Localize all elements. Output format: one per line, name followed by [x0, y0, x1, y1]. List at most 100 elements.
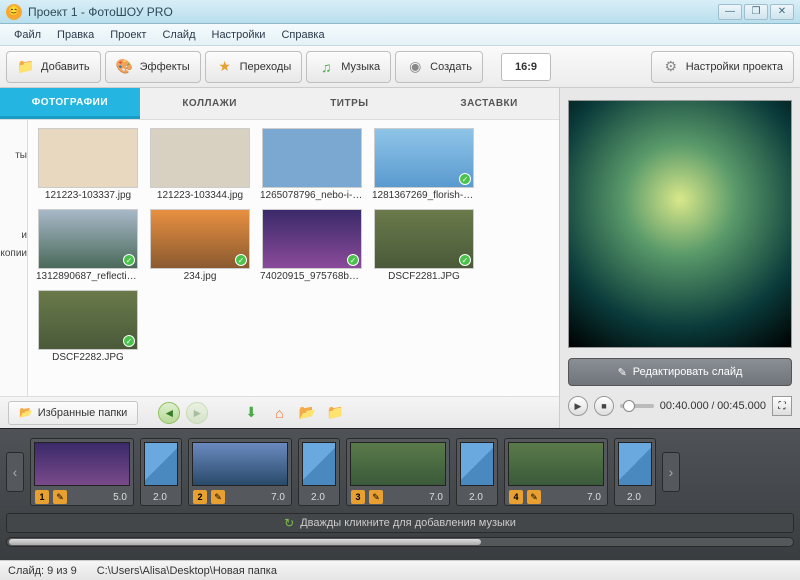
workarea: ФОТОГРАФИИ КОЛЛАЖИ ТИТРЫ ЗАСТАВКИ ты и е…	[0, 88, 800, 428]
menu-help[interactable]: Справка	[273, 26, 332, 44]
effects-label: Эффекты	[140, 61, 190, 73]
slide-footer: 3✎7.0	[347, 489, 449, 505]
tab-collages[interactable]: КОЛЛАЖИ	[140, 88, 280, 119]
tab-splash[interactable]: ЗАСТАВКИ	[419, 88, 559, 119]
tree-fragment: ервной копии	[0, 248, 27, 259]
thumbnail-caption: 1281367269_florish-22.jpg	[372, 190, 476, 201]
menubar: Файл Правка Проект Слайд Настройки Справ…	[0, 24, 800, 46]
slide-edit-button[interactable]: ✎	[211, 490, 225, 504]
check-icon: ✓	[235, 254, 247, 266]
tree-fragment: ты	[15, 150, 27, 161]
gear-icon: ⚙	[662, 58, 680, 76]
timeline-transition[interactable]: 2.0	[456, 438, 498, 506]
slide-thumbnail	[350, 442, 446, 486]
thumbnail-image	[150, 128, 250, 188]
thumbnail-item[interactable]: ✓ 1281367269_florish-22.jpg	[370, 126, 478, 203]
tree-fragment: и	[21, 230, 27, 241]
timeline-scroll-thumb[interactable]	[9, 539, 481, 545]
transition-thumbnail	[460, 442, 494, 486]
preview-pane: ✎Редактировать слайд ▶ ■ 00:40.000 / 00:…	[560, 88, 800, 428]
timeline-transition[interactable]: 2.0	[140, 438, 182, 506]
favorites-button[interactable]: 📂Избранные папки	[8, 401, 138, 425]
thumbnail-grid: 121223-103337.jpg121223-103344.jpg126507…	[28, 120, 559, 396]
check-icon: ✓	[123, 254, 135, 266]
menu-slide[interactable]: Слайд	[154, 26, 203, 44]
preview-viewport[interactable]	[568, 100, 792, 348]
open-folder-icon[interactable]: 📂	[296, 402, 318, 424]
timeline-scrollbar[interactable]	[6, 537, 794, 547]
thumbnail-item[interactable]: 121223-103337.jpg	[34, 126, 142, 203]
download-icon[interactable]: ⬇	[240, 402, 262, 424]
seek-slider[interactable]	[620, 404, 654, 408]
music-button[interactable]: ♫Музыка	[306, 51, 391, 83]
check-icon: ✓	[459, 173, 471, 185]
timeline-slide[interactable]: 3✎7.0	[346, 438, 450, 506]
create-button[interactable]: ◉Создать	[395, 51, 483, 83]
timeline-slide[interactable]: 2✎7.0	[188, 438, 292, 506]
slide-footer: 4✎7.0	[505, 489, 607, 505]
transitions-button[interactable]: ★Переходы	[205, 51, 303, 83]
timeline-transition[interactable]: 2.0	[298, 438, 340, 506]
nav-forward-button[interactable]: ►	[186, 402, 208, 424]
thumbnail-item[interactable]: ✓74020915_975768ba1...	[258, 207, 366, 284]
time-current: 00:40.000	[660, 400, 709, 412]
timeline-slide[interactable]: 1✎5.0	[30, 438, 134, 506]
palette-icon: 🎨	[116, 58, 134, 76]
slide-counter: Слайд: 9 из 9	[8, 565, 77, 577]
timeline-next-button[interactable]: ›	[662, 452, 680, 492]
music-track[interactable]: ↻ Дважды кликните для добавления музыки	[6, 513, 794, 533]
thumbnail-image: ✓	[262, 209, 362, 269]
play-button[interactable]: ▶	[568, 396, 588, 416]
slide-number: 4	[509, 490, 523, 504]
maximize-button[interactable]: ❐	[744, 4, 768, 20]
player-controls: ▶ ■ 00:40.000 / 00:45.000 ⛶	[568, 392, 792, 420]
seek-knob[interactable]	[623, 400, 635, 412]
timeline-transition[interactable]: 2.0	[614, 438, 656, 506]
transition-thumbnail	[302, 442, 336, 486]
aspect-ratio-button[interactable]: 16:9	[501, 53, 551, 81]
slide-edit-button[interactable]: ✎	[53, 490, 67, 504]
stop-button[interactable]: ■	[594, 396, 614, 416]
nav-back-button[interactable]: ◄	[158, 402, 180, 424]
add-label: Добавить	[41, 61, 90, 73]
project-settings-button[interactable]: ⚙Настройки проекта	[651, 51, 794, 83]
menu-edit[interactable]: Правка	[49, 26, 102, 44]
menu-settings[interactable]: Настройки	[204, 26, 274, 44]
slide-footer: 1✎5.0	[31, 489, 133, 505]
transition-footer: 2.0	[141, 489, 181, 505]
timeline-prev-button[interactable]: ‹	[6, 452, 24, 492]
tab-titles[interactable]: ТИТРЫ	[280, 88, 420, 119]
thumbnail-item[interactable]: ✓1312890687_reflection...	[34, 207, 142, 284]
slide-edit-button[interactable]: ✎	[527, 490, 541, 504]
close-button[interactable]: ✕	[770, 4, 794, 20]
edit-slide-button[interactable]: ✎Редактировать слайд	[568, 358, 792, 386]
add-button[interactable]: 📁Добавить	[6, 51, 101, 83]
thumbnail-item[interactable]: ✓ DSCF2281.JPG	[370, 207, 478, 284]
menu-project[interactable]: Проект	[102, 26, 154, 44]
effects-button[interactable]: 🎨 Эффекты	[105, 51, 201, 83]
create-label: Создать	[430, 61, 472, 73]
folder-icon[interactable]: 📁	[324, 402, 346, 424]
slide-edit-button[interactable]: ✎	[369, 490, 383, 504]
folder-tree[interactable]: ты и ервной копии	[0, 120, 28, 396]
thumbnail-item[interactable]: 1265078796_nebo-i-palma...	[258, 126, 366, 203]
thumbnail-image: ✓	[374, 128, 474, 188]
fullscreen-button[interactable]: ⛶	[772, 396, 792, 416]
thumbnail-item[interactable]: ✓DSCF2282.JPG	[34, 288, 142, 365]
thumbnail-caption: DSCF2281.JPG	[388, 271, 460, 282]
tab-photos[interactable]: ФОТОГРАФИИ	[0, 88, 140, 119]
minimize-button[interactable]: —	[718, 4, 742, 20]
star-icon: ★	[216, 58, 234, 76]
browser-toolbar: 📂Избранные папки ◄ ► ⬇ ⌂ 📂 📁	[0, 396, 559, 428]
check-icon: ✓	[459, 254, 471, 266]
timeline-slide[interactable]: 4✎7.0	[504, 438, 608, 506]
thumbnail-caption: 234.jpg	[184, 271, 217, 282]
menu-file[interactable]: Файл	[6, 26, 49, 44]
check-icon: ✓	[123, 335, 135, 347]
thumbnail-item[interactable]: ✓ 234.jpg	[146, 207, 254, 284]
home-icon[interactable]: ⌂	[268, 402, 290, 424]
thumbnail-item[interactable]: 121223-103344.jpg	[146, 126, 254, 203]
folder-star-icon: 📂	[19, 406, 33, 419]
timeline-slides: ‹ 1✎5.02.02✎7.02.03✎7.02.04✎7.02.0›	[6, 435, 794, 509]
transition-duration: 2.0	[145, 492, 177, 503]
